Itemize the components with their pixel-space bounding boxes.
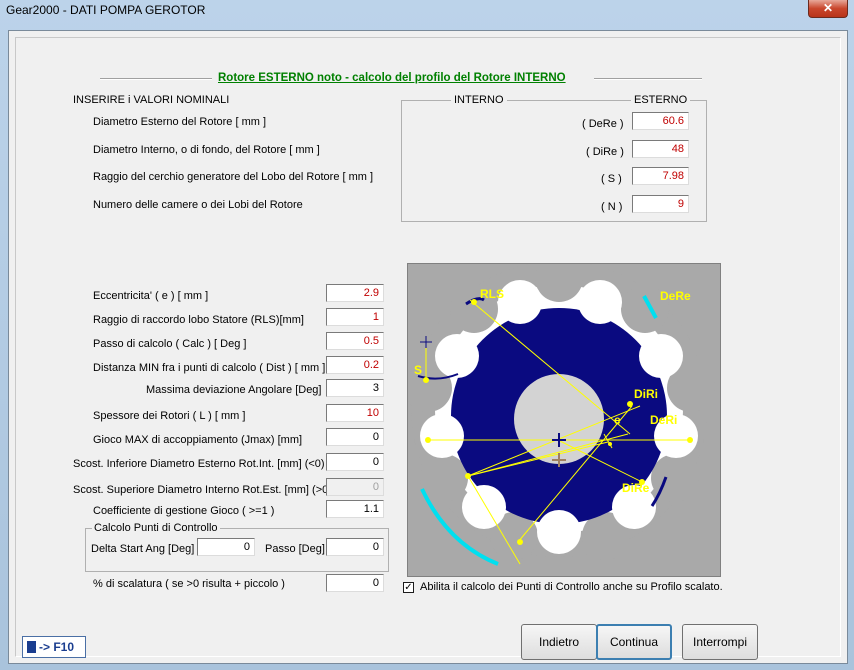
upper-deviation-label: Scost. Superiore Diametro Interno Rot.Es… — [73, 484, 332, 496]
clearance-coefficient-field[interactable]: 1.1 — [326, 500, 384, 518]
rotor-thickness-label: Spessore dei Rotori ( L ) [ mm ] — [93, 410, 246, 422]
calc-step-field[interactable]: 0.5 — [326, 332, 384, 350]
dire-symbol: ( DiRe ) — [586, 146, 624, 158]
rotor-hub — [514, 374, 604, 464]
scaling-field[interactable]: 0 — [326, 574, 384, 592]
rotor-gap — [462, 485, 506, 529]
gerotor-svg: RLS DeRe DiRi DeRi e DiRe S — [404, 254, 720, 576]
control-points-scaled-label: Abilita il calcolo dei Punti di Controll… — [420, 581, 723, 593]
esterno-column-header: ESTERNO — [631, 94, 691, 106]
s-field[interactable]: 7.98 — [632, 167, 689, 185]
min-distance-label: Distanza MIN fra i punti di calcolo ( Di… — [93, 362, 326, 374]
nominal-section-label: INSERIRE i VALORI NOMINALI — [73, 94, 230, 106]
title-bar: Gear2000 - DATI POMPA GEROTOR ✕ — [0, 0, 854, 22]
gerotor-diagram: RLS DeRe DiRi DeRi e DiRe S — [404, 254, 721, 577]
rls-field[interactable]: 1 — [326, 308, 384, 326]
eccentricity-label: Eccentricita' ( e ) [ mm ] — [93, 290, 209, 302]
lower-deviation-label: Scost. Inferiore Diametro Esterno Rot.In… — [73, 458, 325, 470]
stator-lobe — [420, 454, 468, 502]
e-diagram-label: e — [614, 413, 621, 427]
interno-column-header: INTERNO — [451, 94, 507, 106]
n-label: Numero delle camere o dei Lobi del Rotor… — [93, 199, 303, 211]
max-angular-deviation-label: Massima deviazione Angolare [Deg] — [146, 384, 322, 396]
dire-label: Diametro Interno, o di fondo, del Rotore… — [93, 144, 320, 156]
diri-diagram-label: DiRi — [634, 387, 658, 401]
control-point — [608, 442, 612, 446]
continue-button[interactable]: Continua — [596, 624, 672, 660]
scaling-label: % di scalatura ( se >0 risulta + piccolo… — [93, 578, 285, 590]
lower-deviation-field[interactable]: 0 — [326, 453, 384, 471]
stop-button[interactable]: Interrompi — [682, 624, 758, 660]
control-point — [471, 299, 477, 305]
dere-field[interactable]: 60.6 — [632, 112, 689, 130]
deri-diagram-label: DeRi — [650, 413, 677, 427]
dere-symbol: ( DeRe ) — [582, 118, 624, 130]
control-point — [627, 401, 633, 407]
n-symbol: ( N ) — [601, 201, 623, 213]
clearance-coefficient-label: Coefficiente di gestione Gioco ( >=1 ) — [93, 505, 275, 517]
s-symbol: ( S ) — [601, 173, 622, 185]
heading-rule-left — [100, 78, 212, 80]
rotor-gap — [639, 334, 683, 378]
delta-start-field[interactable]: 0 — [197, 538, 255, 556]
s-label: Raggio del cerchio generatore del Lobo d… — [93, 171, 374, 183]
control-points-group-label: Calcolo Punti di Controllo — [92, 522, 220, 534]
heading-rule-right — [594, 78, 702, 80]
upper-deviation-field: 0 — [326, 478, 384, 496]
control-point — [423, 377, 429, 383]
calc-step-label: Passo di calcolo ( Calc ) [ Deg ] — [93, 338, 247, 350]
s-diagram-label: S — [414, 363, 422, 377]
window-title: Gear2000 - DATI POMPA GEROTOR — [6, 3, 206, 17]
back-button[interactable]: Indietro — [521, 624, 597, 660]
rotor-gap — [578, 280, 622, 324]
dere-diagram-label: DeRe — [660, 289, 691, 303]
n-field[interactable]: 9 — [632, 195, 689, 213]
calculator-shortcut-button[interactable]: -> F10 — [22, 636, 86, 658]
main-panel: Rotore ESTERNO noto - calcolo del profil… — [15, 37, 841, 660]
control-point — [687, 437, 693, 443]
delta-start-label: Delta Start Ang [Deg] — [91, 543, 195, 555]
control-step-field[interactable]: 0 — [326, 538, 384, 556]
close-button[interactable]: ✕ — [808, 0, 848, 18]
rotor-gap — [420, 414, 464, 458]
rotor-gap — [435, 334, 479, 378]
max-clearance-label: Gioco MAX di accoppiamento (Jmax) [mm] — [93, 434, 303, 446]
dire-diagram-label: DiRe — [622, 481, 650, 495]
control-point — [425, 437, 431, 443]
client-area: Rotore ESTERNO noto - calcolo del profil… — [8, 30, 848, 664]
control-point — [465, 473, 471, 479]
page-heading: Rotore ESTERNO noto - calcolo del profil… — [218, 72, 566, 84]
max-clearance-field[interactable]: 0 — [326, 428, 384, 446]
min-distance-field[interactable]: 0.2 — [326, 356, 384, 374]
control-points-scaled-checkbox[interactable]: ✓ — [403, 582, 414, 593]
control-step-label: Passo [Deg] — [265, 543, 325, 555]
control-point — [517, 539, 523, 545]
dere-label: Diametro Esterno del Rotore [ mm ] — [93, 116, 267, 128]
calculator-icon — [27, 641, 36, 653]
rls-diagram-label: RLS — [480, 287, 504, 301]
eccentricity-field[interactable]: 2.9 — [326, 284, 384, 302]
dire-field[interactable]: 48 — [632, 140, 689, 158]
rotor-gap — [498, 280, 542, 324]
rotor-gap — [537, 510, 581, 554]
calculator-shortcut-label: -> F10 — [39, 640, 75, 654]
application-window: Gear2000 - DATI POMPA GEROTOR ✕ Rotore E… — [0, 0, 854, 670]
max-angular-deviation-field[interactable]: 3 — [326, 379, 384, 397]
rls-label: Raggio di raccordo lobo Statore (RLS)[mm… — [93, 314, 304, 326]
rotor-thickness-field[interactable]: 10 — [326, 404, 384, 422]
